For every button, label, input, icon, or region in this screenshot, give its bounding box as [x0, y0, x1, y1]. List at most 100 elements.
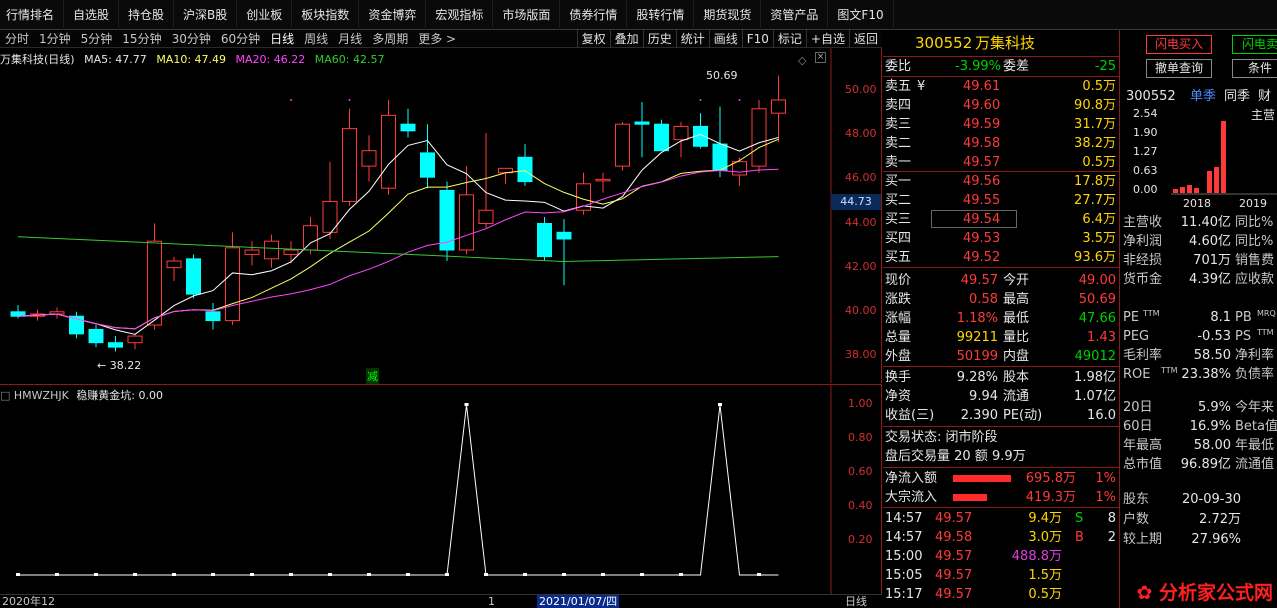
indicator-chart[interactable]: □ HMWZHJK 稳赚黄金坑: 0.00 1.00 0.80 0.60 0.40 0.… [0, 384, 882, 595]
menu-item-3[interactable]: 沪深B股 [174, 0, 238, 30]
candle-3 [69, 311, 84, 339]
candle-5 [108, 336, 123, 352]
tool-button-2[interactable]: 历史 [642, 30, 676, 48]
period-tab-10[interactable]: 更多 > [413, 30, 461, 48]
menu-item-2[interactable]: 持仓股 [119, 0, 175, 30]
tab-same-quarter[interactable]: 同季 [1224, 87, 1250, 106]
period-tab-8[interactable]: 月线 [333, 30, 367, 48]
flash-buy-button[interactable]: 闪电买入 [1146, 35, 1212, 54]
stat-row: 涨跌 0.58 最高 50.69 [883, 290, 1120, 309]
flow-label: 大宗流入 [885, 490, 938, 505]
fin-axis-tick: 0.63 [1133, 164, 1158, 177]
period-tab-6[interactable]: 日线 [265, 30, 299, 48]
tick-price: 49.57 [935, 587, 973, 602]
period-tab-2[interactable]: 5分钟 [76, 30, 118, 48]
bid-row-1[interactable]: 买一 49.56 17.8万 [883, 172, 1120, 191]
menu-item-12[interactable]: 资管产品 [761, 0, 829, 30]
condition-button[interactable]: 条件 [1232, 59, 1277, 78]
price-axis-tick: 50.00 [845, 83, 877, 97]
low-price-label: ← 38.22 [97, 359, 142, 372]
trade-status-text: 交易状态: 闭市阶段 [885, 430, 998, 445]
ask-row-5[interactable]: 卖五 ¥49.61 0.5万 [883, 77, 1120, 96]
menu-item-6[interactable]: 资金博弈 [359, 0, 427, 30]
menu-item-7[interactable]: 宏观指标 [426, 0, 494, 30]
revenue-bar [1221, 121, 1226, 193]
stock-name: 万集科技 [975, 34, 1036, 52]
revenue-bar [1207, 171, 1212, 193]
menu-item-10[interactable]: 股转行情 [627, 0, 695, 30]
candle-19 [381, 99, 396, 195]
candle-17 [342, 108, 357, 206]
period-tab-3[interactable]: 15分钟 [117, 30, 166, 48]
indicator-point [757, 573, 761, 576]
candle-13 [264, 234, 279, 268]
signal-dot [290, 99, 292, 101]
weicha-label: 委差 [1003, 59, 1030, 74]
candle-9 [186, 254, 201, 299]
close-icon[interactable]: × [815, 52, 826, 63]
kline-chart[interactable]: 万集科技(日线) MA5: 47.77 MA10: 47.49 MA20: 46… [0, 48, 882, 384]
bid-row-4[interactable]: 买四 49.53 3.5万 [883, 229, 1120, 248]
stat-label: 内盘 [1003, 349, 1030, 364]
menu-item-0[interactable]: 行情排名 [0, 0, 65, 30]
tab-quarter[interactable]: 单季 [1190, 87, 1216, 106]
after-hours-text: 盘后交易量 20 额 9.9万 [885, 449, 1026, 464]
diamond-icon[interactable]: ◇ [798, 54, 806, 67]
tool-button-1[interactable]: 叠加 [609, 30, 643, 48]
ask-row-2[interactable]: 卖二 49.58 38.2万 [883, 134, 1120, 153]
stat-label: 涨跌 [885, 292, 912, 307]
share-label: 换手 [885, 370, 912, 385]
bid-row-2[interactable]: 买二 49.55 27.7万 [883, 191, 1120, 210]
ask-price: 49.58 [963, 136, 1001, 151]
menu-item-8[interactable]: 市场版面 [493, 0, 561, 30]
tool-button-3[interactable]: 统计 [675, 30, 709, 48]
period-tab-9[interactable]: 多周期 [367, 30, 413, 48]
indicator-svg[interactable] [0, 385, 882, 595]
ask-row-4[interactable]: 卖四 49.60 90.8万 [883, 96, 1120, 115]
fin-value: 4.39亿 [1189, 272, 1231, 287]
bid-volume: 93.6万 [1074, 250, 1116, 265]
menu-item-4[interactable]: 创业板 [237, 0, 293, 30]
period-tab-5[interactable]: 60分钟 [216, 30, 265, 48]
period-tab-0[interactable]: 分时 [0, 30, 34, 48]
tick-row[interactable]: 14:57 49.58 3.0万 B 2 [883, 528, 1120, 547]
tick-row[interactable]: 15:00 49.57 488.8万 [883, 547, 1120, 566]
kline-svg[interactable] [0, 48, 882, 383]
ma60-legend: MA60: 42.57 [314, 53, 385, 66]
flow-pct: 1% [1095, 471, 1116, 486]
menu-item-11[interactable]: 期货现货 [694, 0, 762, 30]
tick-time: 14:57 [885, 511, 923, 526]
tool-button-5[interactable]: F10 [741, 30, 773, 48]
flash-sell-button[interactable]: 闪电卖 [1232, 35, 1277, 54]
cancel-query-button[interactable]: 撤单查询 [1146, 59, 1212, 78]
tool-button-6[interactable]: 标记 [772, 30, 806, 48]
menu-item-13[interactable]: 图文F10 [828, 0, 894, 30]
period-tab-4[interactable]: 30分钟 [167, 30, 216, 48]
candle-18 [361, 135, 377, 182]
holder-row: 户数 2.72万 [1121, 510, 1277, 529]
indicator-name: HMWZHJK [13, 389, 69, 402]
ask-row-3[interactable]: 卖三 49.59 31.7万 [883, 115, 1120, 134]
tool-button-8[interactable]: 返回 [848, 30, 882, 48]
ask-row-1[interactable]: 卖一 49.57 0.5万 [883, 153, 1120, 172]
bid-row-5[interactable]: 买五 49.52 93.6万 [883, 248, 1120, 267]
ma10-legend: MA10: 47.49 [156, 53, 227, 66]
candle-32 [634, 102, 650, 158]
menu-item-5[interactable]: 板块指数 [292, 0, 360, 30]
time-axis-period: 日线 [845, 595, 867, 608]
bid-row-3[interactable]: 买三 49.54 6.4万 [883, 210, 1120, 229]
tool-button-7[interactable]: +自选 [805, 30, 849, 48]
tool-button-4[interactable]: 画线 [708, 30, 742, 48]
period-tab-7[interactable]: 周线 [299, 30, 333, 48]
tool-button-0[interactable]: 复权 [576, 30, 610, 48]
fin-label2: 同比% [1235, 215, 1274, 230]
tab-finance[interactable]: 财 [1258, 87, 1271, 106]
menu-item-9[interactable]: 债券行情 [560, 0, 628, 30]
fin-label: 主营收 [1123, 215, 1163, 230]
stat-label: 现价 [885, 273, 912, 288]
period-tab-1[interactable]: 1分钟 [34, 30, 76, 48]
val-label: PE [1123, 310, 1140, 325]
ask-label: 卖三 [885, 117, 912, 132]
menu-item-1[interactable]: 自选股 [64, 0, 120, 30]
tick-row[interactable]: 14:57 49.57 9.4万 S 8 [883, 509, 1120, 528]
